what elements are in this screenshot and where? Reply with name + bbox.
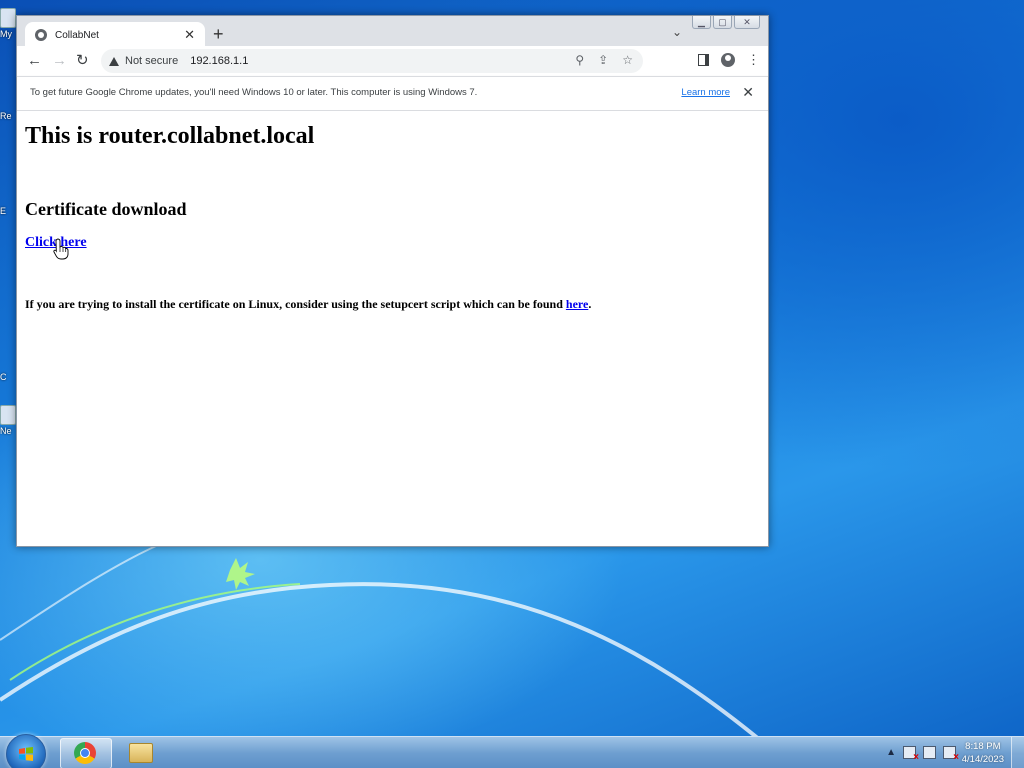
restore-button[interactable]: ▢: [713, 16, 732, 29]
desktop-icon-label: E: [0, 206, 7, 216]
action-center-flag-icon[interactable]: [903, 746, 919, 763]
update-infobar: To get future Google Chrome updates, you…: [17, 76, 768, 111]
setupcert-script-link[interactable]: here: [566, 297, 588, 311]
address-bar[interactable]: Not secure 192.168.1.1 ⚲ ⇪ ☆: [101, 49, 643, 73]
desktop-icon-c[interactable]: C: [0, 330, 16, 382]
kebab-menu-icon[interactable]: ⋮: [747, 53, 760, 66]
desktop-icon-label: Re: [0, 111, 12, 121]
zoom-search-icon[interactable]: ⚲: [575, 53, 584, 67]
infobar-close-icon[interactable]: ✕: [742, 84, 754, 101]
infobar-message: To get future Google Chrome updates, you…: [30, 87, 478, 98]
desktop-icon-my-computer[interactable]: My: [0, 8, 16, 39]
profile-avatar-icon[interactable]: [721, 53, 735, 67]
tab-title: CollabNet: [55, 29, 99, 41]
folder-icon: [129, 743, 153, 763]
taskbar-chrome-button[interactable]: [60, 738, 112, 768]
desktop-icon-label: C: [0, 372, 7, 382]
browser-window: CollabNet ✕ + ⌄ ▁ ▢ ✕ ← → ↻ Not secure 1…: [16, 15, 769, 547]
desktop-icon-recycle-bin[interactable]: Re: [0, 110, 16, 138]
desktop-icon-e[interactable]: E: [0, 188, 16, 216]
share-icon[interactable]: ⇪: [598, 53, 608, 67]
page-content: This is router.collabnet.local Certifica…: [17, 111, 768, 546]
desktop-icon-label: My: [0, 29, 12, 39]
taskbar-explorer-button[interactable]: [114, 738, 164, 767]
window-close-button[interactable]: ✕: [734, 16, 760, 29]
new-tab-plus-icon[interactable]: +: [213, 25, 224, 43]
globe-icon: [35, 29, 47, 41]
chrome-icon: [74, 742, 96, 764]
page-heading: This is router.collabnet.local: [25, 123, 315, 149]
desktop-icon-network[interactable]: Ne: [0, 405, 16, 436]
tab-search-chevron-icon[interactable]: ⌄: [672, 25, 682, 39]
linux-note: If you are trying to install the certifi…: [25, 297, 591, 312]
tab-close-icon[interactable]: ✕: [184, 27, 195, 43]
show-desktop-button[interactable]: [1011, 737, 1024, 768]
url-text[interactable]: 192.168.1.1: [190, 55, 248, 67]
network-icon: [0, 405, 16, 425]
reload-icon[interactable]: ↻: [76, 52, 89, 70]
forward-arrow-icon[interactable]: →: [52, 52, 67, 70]
back-arrow-icon[interactable]: ←: [27, 52, 42, 70]
warning-triangle-icon[interactable]: [109, 56, 119, 66]
windows-logo-icon: [19, 747, 33, 761]
learn-more-link[interactable]: Learn more: [681, 87, 730, 98]
tray-expand-icon[interactable]: ▲: [886, 747, 896, 758]
computer-icon: [0, 8, 16, 28]
window-controls: ▁ ▢ ✕: [692, 16, 760, 32]
linux-note-text: If you are trying to install the certifi…: [25, 297, 566, 311]
hand-cursor-icon: [53, 238, 69, 260]
not-secure-label[interactable]: Not secure: [125, 55, 178, 67]
system-tray: ▲: [886, 746, 959, 763]
taskbar: ▲ 8:18 PM 4/14/2023: [0, 734, 1024, 768]
section-title: Certificate download: [25, 199, 187, 219]
address-bar-actions: ⚲ ⇪ ☆: [575, 53, 633, 67]
toolbar-right: ⋮: [698, 53, 760, 67]
network-tray-icon[interactable]: [923, 746, 936, 759]
volume-muted-icon[interactable]: [943, 746, 959, 763]
browser-toolbar: ← → ↻ Not secure 192.168.1.1 ⚲ ⇪ ☆ ⋮: [17, 46, 768, 76]
bookmark-star-icon[interactable]: ☆: [622, 53, 633, 67]
taskbar-clock[interactable]: 8:18 PM 4/14/2023: [962, 740, 1004, 766]
side-panel-icon[interactable]: [698, 54, 709, 66]
clock-date: 4/14/2023: [961, 754, 1004, 765]
clock-time: 8:18 PM: [965, 741, 1001, 752]
desktop-icon-label: Ne: [0, 426, 12, 436]
tab-strip: CollabNet ✕ + ⌄ ▁ ▢ ✕: [17, 16, 768, 48]
tab-collabnet[interactable]: CollabNet ✕: [25, 22, 205, 48]
minimize-button[interactable]: ▁: [692, 16, 711, 29]
linux-note-end: .: [588, 297, 592, 311]
start-button[interactable]: [6, 734, 46, 768]
